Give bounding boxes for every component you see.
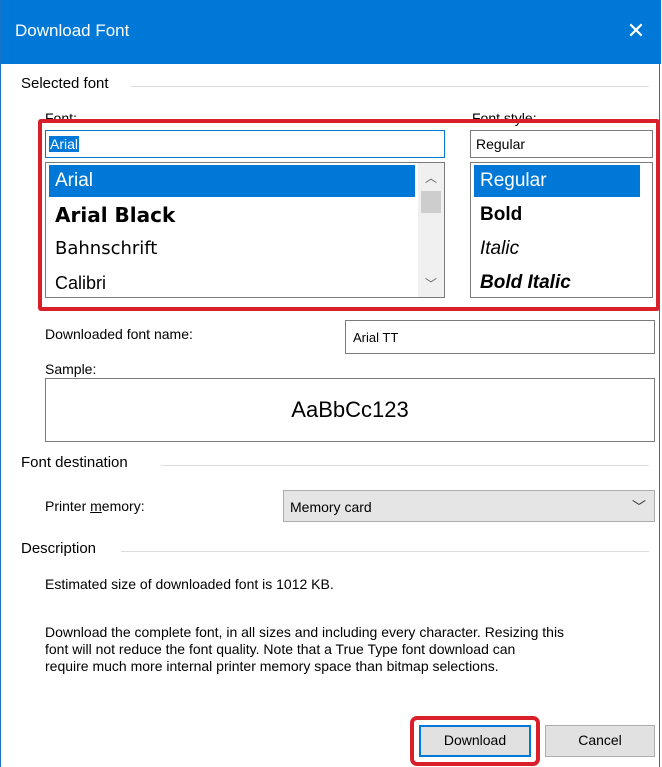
chevron-down-icon: ﹀: [632, 499, 646, 515]
description-text: Download the complete font, in all sizes…: [45, 624, 564, 675]
selected-font-group-label: Selected font: [21, 75, 109, 92]
description-line: font will not reduce the font quality. N…: [45, 641, 516, 657]
downloaded-font-name-input[interactable]: Arial TT: [345, 320, 655, 354]
printer-memory-label: Printer memory:: [45, 498, 145, 514]
downloaded-font-name-value: Arial TT: [353, 330, 399, 345]
description-group-label: Description: [21, 540, 97, 557]
cancel-button[interactable]: Cancel: [545, 725, 655, 757]
sample-label: Sample:: [45, 361, 97, 377]
download-button-highlight: [410, 716, 540, 766]
printer-memory-select[interactable]: Memory card ﹀: [283, 490, 655, 522]
download-font-dialog: Download Font ✕ Selected font Font: Font…: [0, 0, 661, 767]
description-line: require much more internal printer memor…: [45, 658, 499, 674]
description-line: Download the complete font, in all sizes…: [45, 624, 565, 640]
group-divider: [131, 86, 649, 87]
sample-preview: AaBbCc123: [45, 378, 655, 442]
downloaded-font-name-label: Downloaded font name:: [45, 326, 193, 342]
group-divider: [121, 551, 649, 552]
estimated-size-text: Estimated size of downloaded font is 101…: [45, 576, 334, 592]
font-picker-highlight: [38, 119, 660, 311]
group-divider: [161, 465, 649, 466]
printer-memory-value: Memory card: [290, 499, 372, 515]
title-bar: Download Font ✕: [1, 0, 661, 64]
font-destination-group-label: Font destination: [21, 454, 128, 471]
dialog-title: Download Font: [15, 21, 130, 40]
close-icon[interactable]: ✕: [621, 16, 651, 46]
